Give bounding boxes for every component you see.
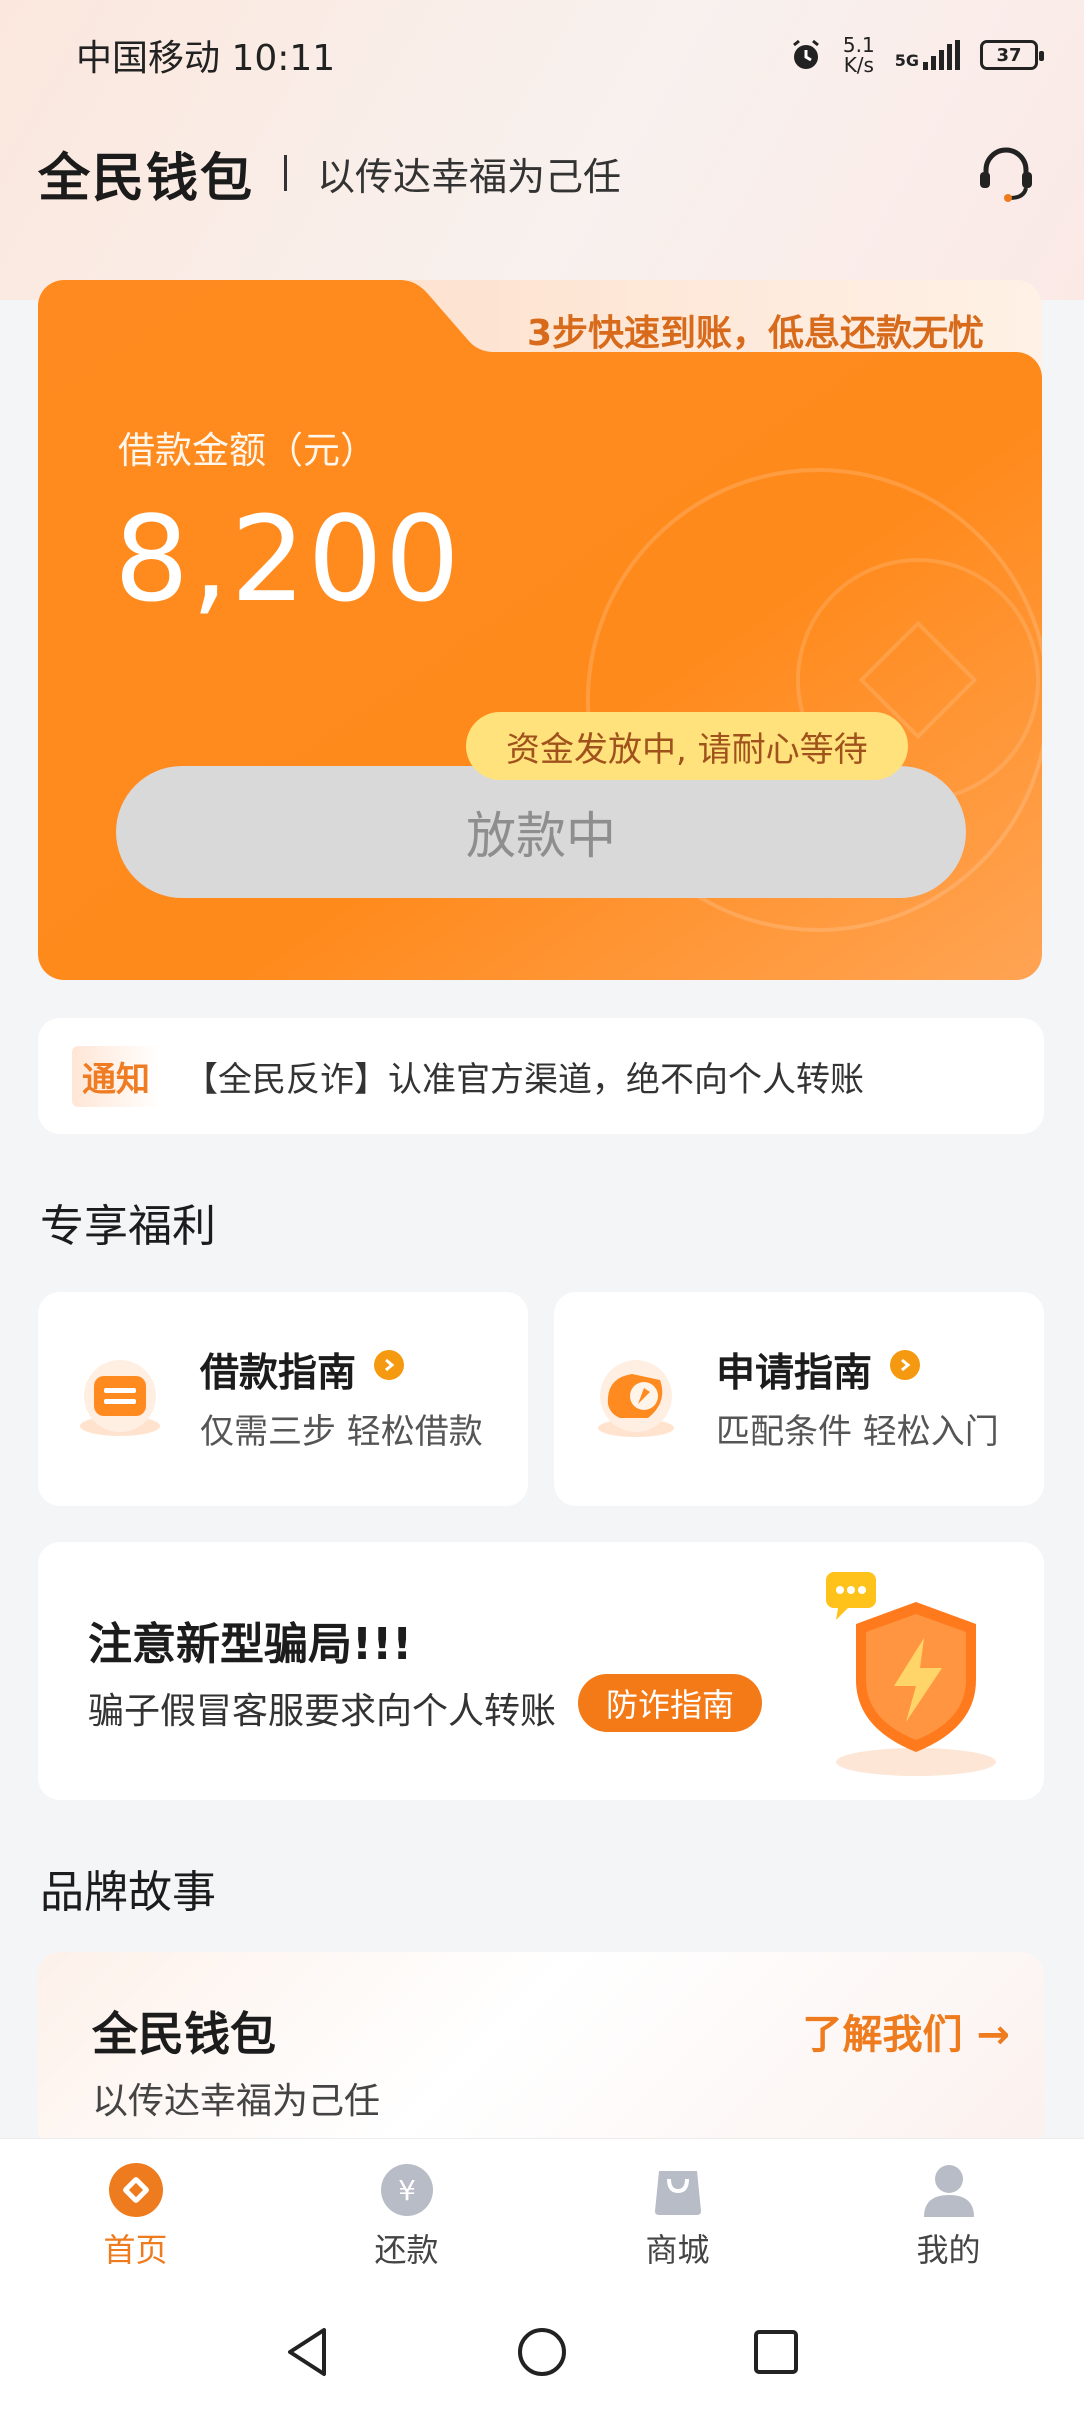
home-icon [108,2162,163,2217]
disbursing-button[interactable]: 放款中 [116,766,966,898]
about-us-link[interactable]: 了解我们 → [803,2002,1010,2060]
apply-guide-subtitle: 匹配条件 轻松入门 [716,1412,999,1452]
signal-icon [923,40,960,70]
recents-square-icon [754,2330,798,2374]
bottom-tab-bar: 首页 ¥ 还款 商城 我的 [0,2138,1084,2292]
fraud-guide-button[interactable]: 防诈指南 [578,1674,763,1732]
battery-icon: 37 [980,40,1044,70]
alarm-icon [792,39,819,69]
brand-story-subtitle: 以传达幸福为己任 [92,2081,381,2122]
carrier-label: 中国移动 [76,38,221,79]
notice-tag: 通知 [72,1045,160,1107]
fraud-alert-title: 注意新型骗局!!! [88,1619,413,1670]
brand-name: 全民钱包 [38,148,255,209]
headset-icon[interactable] [974,142,1038,206]
loan-amount-value: 8,200 [114,490,462,628]
signal-group: 5G [895,40,960,70]
back-triangle-icon [288,2328,326,2376]
net-speed-unit: K/s [843,53,874,77]
tab-repay[interactable]: ¥ 还款 [307,2161,507,2271]
notice-text: 【全民反诈】认准官方渠道，绝不向个人转账 [184,1059,864,1100]
loan-guide-card[interactable]: 借款指南 仅需三步 轻松借款 [38,1292,528,1506]
fraud-alert-text: 骗子假冒客服要求向个人转账 [88,1691,557,1732]
tab-repay-label: 还款 [374,2230,439,2269]
chevron-right-icon [890,1350,920,1380]
tab-profile-label: 我的 [916,2230,981,2269]
header-divider [284,155,288,191]
apply-guide-card[interactable]: 申请指南 匹配条件 轻松入门 [554,1292,1044,1506]
status-bar: 中国移动 10:11 5.1 K/s 5G 37 [0,0,1084,110]
tab-profile[interactable]: 我的 [849,2161,1049,2271]
battery-level: 37 [996,44,1022,66]
recents-button[interactable] [748,2324,804,2380]
fraud-alert-card[interactable]: 注意新型骗局!!! 骗子假冒客服要求向个人转账 防诈指南 [38,1542,1044,1800]
svg-text:¥: ¥ [398,2174,416,2207]
app-header: 全民钱包 以传达幸福为己任 [38,138,1048,209]
brand-story-card[interactable]: 全民钱包 以传达幸福为己任 了解我们 → [38,1952,1044,2152]
tab-home[interactable]: 首页 [36,2161,236,2271]
notice-bar[interactable]: 通知 【全民反诈】认准官方渠道，绝不向个人转账 [38,1018,1044,1134]
status-left: 中国移动 10:11 [76,29,335,81]
brand-story-title: 全民钱包 [92,2007,276,2061]
home-button[interactable] [514,2324,570,2380]
repay-icon: ¥ [380,2163,433,2216]
loan-guide-title: 借款指南 [200,1351,357,1396]
profile-icon [923,2164,974,2217]
tab-home-label: 首页 [103,2230,168,2269]
net-speed-value: 5.1 [842,33,875,57]
net-speed: 5.1 K/s [843,35,875,75]
clock-time: 10:11 [231,38,336,79]
tab-shop[interactable]: 商城 [578,2161,778,2271]
status-right: 5.1 K/s 5G 37 [789,35,1044,75]
loan-status-card: 3步快速到账，低息还款无忧 借款金额（元） 8,200 资金发放中, 请耐心等待… [38,280,1042,980]
shop-icon [654,2170,701,2215]
disbursing-tip: 资金发放中, 请耐心等待 [466,712,908,780]
loan-amount-label: 借款金额（元） [118,429,377,472]
system-nav-bar [0,2292,1084,2412]
network-type: 5G [894,51,919,70]
benefits-section-title: 专享福利 [40,1201,216,1252]
brand-slogan: 以传达幸福为己任 [317,154,622,199]
brand-section-title: 品牌故事 [40,1867,216,1918]
tab-shop-label: 商城 [645,2230,710,2269]
apply-guide-title: 申请指南 [716,1351,873,1396]
loan-guide-icon [80,1360,160,1436]
loan-guide-subtitle: 仅需三步 轻松借款 [200,1412,483,1452]
back-button[interactable] [280,2324,336,2380]
apply-guide-icon [598,1360,674,1437]
home-circle-icon [518,2328,566,2376]
shield-icon [826,1572,996,1776]
chevron-right-icon [374,1350,404,1380]
